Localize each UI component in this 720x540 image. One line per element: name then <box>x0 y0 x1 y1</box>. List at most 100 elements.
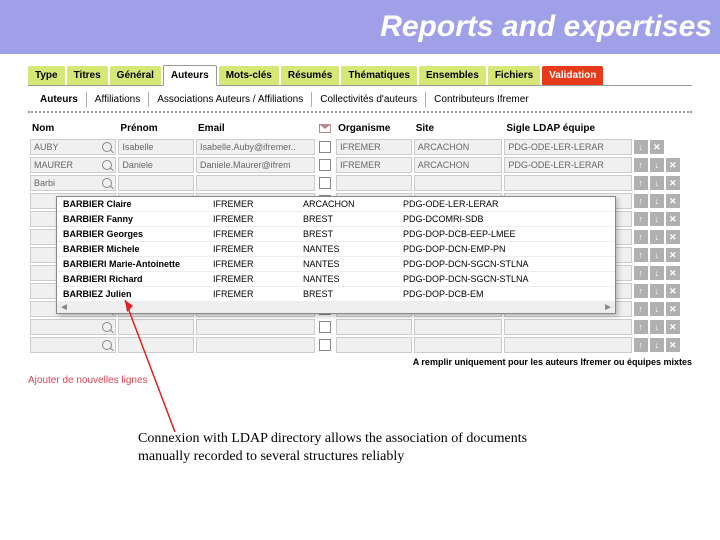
site-input[interactable] <box>414 175 503 191</box>
move-down-button[interactable]: ↓ <box>650 248 664 262</box>
dropdown-item[interactable]: BARBIER MicheleIFREMERNANTESPDG-DOP-DCN-… <box>57 242 615 257</box>
move-up-button[interactable]: ↑ <box>634 284 648 298</box>
organisme-input[interactable] <box>336 337 412 353</box>
delete-button[interactable]: ✕ <box>666 320 680 334</box>
dropdown-item[interactable]: BARBIEZ JulienIFREMERBRESTPDG-DOP-DCB-EM <box>57 287 615 302</box>
delete-button[interactable]: ✕ <box>666 338 680 352</box>
sigle-input[interactable]: PDG-ODE-LER-LERAR <box>504 157 631 173</box>
prenom-input[interactable] <box>118 175 194 191</box>
email-input[interactable] <box>196 319 315 335</box>
sigle-input[interactable] <box>504 337 631 353</box>
move-down-button[interactable]: ↓ <box>650 194 664 208</box>
subtab[interactable]: Contributeurs Ifremer <box>426 92 536 107</box>
search-icon[interactable] <box>102 160 112 170</box>
sigle-input[interactable] <box>504 319 631 335</box>
nom-input[interactable] <box>30 337 116 353</box>
add-rows-link[interactable]: Ajouter de nouvelles lignes <box>28 369 148 386</box>
site-input[interactable]: ARCACHON <box>414 139 503 155</box>
tab-résumés[interactable]: Résumés <box>281 66 339 85</box>
delete-button[interactable]: ✕ <box>666 230 680 244</box>
checkbox[interactable] <box>319 339 331 351</box>
tab-type[interactable]: Type <box>28 66 65 85</box>
move-up-button[interactable]: ↑ <box>634 266 648 280</box>
delete-button[interactable]: ✕ <box>666 248 680 262</box>
email-input[interactable] <box>196 337 315 353</box>
organisme-input[interactable]: IFREMER <box>336 157 412 173</box>
dropdown-item[interactable]: BARBIERI Marie-AntoinetteIFREMERNANTESPD… <box>57 257 615 272</box>
subtab[interactable]: Associations Auteurs / Affiliations <box>149 92 312 107</box>
search-icon[interactable] <box>102 142 112 152</box>
subtab[interactable]: Collectivités d'auteurs <box>312 92 426 107</box>
scroll-left-icon[interactable]: ◄ <box>59 302 69 313</box>
email-input[interactable]: Daniele.Maurer@ifrem <box>196 157 315 173</box>
checkbox[interactable] <box>319 159 331 171</box>
delete-button[interactable]: ✕ <box>650 140 664 154</box>
tab-mots-clés[interactable]: Mots-clés <box>219 66 279 85</box>
delete-button[interactable]: ✕ <box>666 302 680 316</box>
move-up-button[interactable]: ↑ <box>634 320 648 334</box>
checkbox[interactable] <box>319 321 331 333</box>
tab-ensembles[interactable]: Ensembles <box>419 66 486 85</box>
nom-input[interactable]: MAURER <box>30 157 116 173</box>
prenom-input[interactable] <box>118 319 194 335</box>
tab-auteurs[interactable]: Auteurs <box>163 65 217 86</box>
move-down-button[interactable]: ↓ <box>650 266 664 280</box>
delete-button[interactable]: ✕ <box>666 158 680 172</box>
nom-input[interactable]: AUBY <box>30 139 116 155</box>
prenom-input[interactable] <box>118 337 194 353</box>
move-up-button[interactable]: ↑ <box>634 212 648 226</box>
delete-button[interactable]: ✕ <box>666 176 680 190</box>
checkbox[interactable] <box>319 177 331 189</box>
move-up-button[interactable]: ↑ <box>634 230 648 244</box>
delete-button[interactable]: ✕ <box>666 266 680 280</box>
sigle-input[interactable] <box>504 175 631 191</box>
subtab[interactable]: Affiliations <box>87 92 149 107</box>
subtab[interactable]: Auteurs <box>32 92 87 107</box>
delete-button[interactable]: ✕ <box>666 194 680 208</box>
move-down-button[interactable]: ↓ <box>650 158 664 172</box>
organisme-input[interactable] <box>336 175 412 191</box>
move-down-button[interactable]: ↓ <box>650 338 664 352</box>
tab-titres[interactable]: Titres <box>67 66 108 85</box>
email-input[interactable] <box>196 175 315 191</box>
dropdown-item[interactable]: BARBIER FannyIFREMERBRESTPDG-DCOMRI-SDB <box>57 212 615 227</box>
move-up-button[interactable]: ↑ <box>634 194 648 208</box>
nom-input[interactable]: Barbi <box>30 175 116 191</box>
organisme-input[interactable] <box>336 319 412 335</box>
move-up-button[interactable]: ↑ <box>634 158 648 172</box>
sigle-input[interactable]: PDG-ODE-LER-LERAR <box>504 139 631 155</box>
move-down-button[interactable]: ↓ <box>650 230 664 244</box>
autocomplete-dropdown[interactable]: BARBIER ClaireIFREMERARCACHONPDG-ODE-LER… <box>56 196 616 314</box>
nom-input[interactable] <box>30 319 116 335</box>
search-icon[interactable] <box>102 340 112 350</box>
move-up-button[interactable]: ↑ <box>634 338 648 352</box>
email-input[interactable]: Isabelle.Auby@ifremer.. <box>196 139 315 155</box>
search-icon[interactable] <box>102 178 112 188</box>
organisme-input[interactable]: IFREMER <box>336 139 412 155</box>
tab-thématiques[interactable]: Thématiques <box>341 66 417 85</box>
move-down-button[interactable]: ↓ <box>650 302 664 316</box>
move-down-button[interactable]: ↓ <box>650 320 664 334</box>
tab-général[interactable]: Général <box>110 66 161 85</box>
dropdown-item[interactable]: BARBIERI RichardIFREMERNANTESPDG-DOP-DCN… <box>57 272 615 287</box>
site-input[interactable] <box>414 319 503 335</box>
scroll-right-icon[interactable]: ► <box>603 302 613 313</box>
dropdown-item[interactable]: BARBIER GeorgesIFREMERBRESTPDG-DOP-DCB-E… <box>57 227 615 242</box>
move-up-button[interactable]: ↑ <box>634 302 648 316</box>
move-up-button[interactable]: ↑ <box>634 248 648 262</box>
tab-validation[interactable]: Validation <box>542 66 603 85</box>
delete-button[interactable]: ✕ <box>666 212 680 226</box>
search-icon[interactable] <box>102 322 112 332</box>
move-down-button[interactable]: ↓ <box>650 212 664 226</box>
move-up-button[interactable]: ↑ <box>634 176 648 190</box>
prenom-input[interactable]: Daniele <box>118 157 194 173</box>
tab-fichiers[interactable]: Fichiers <box>488 66 540 85</box>
move-down-button[interactable]: ↓ <box>634 140 648 154</box>
checkbox[interactable] <box>319 141 331 153</box>
site-input[interactable]: ARCACHON <box>414 157 503 173</box>
move-down-button[interactable]: ↓ <box>650 284 664 298</box>
site-input[interactable] <box>414 337 503 353</box>
move-down-button[interactable]: ↓ <box>650 176 664 190</box>
dropdown-item[interactable]: BARBIER ClaireIFREMERARCACHONPDG-ODE-LER… <box>57 197 615 212</box>
delete-button[interactable]: ✕ <box>666 284 680 298</box>
